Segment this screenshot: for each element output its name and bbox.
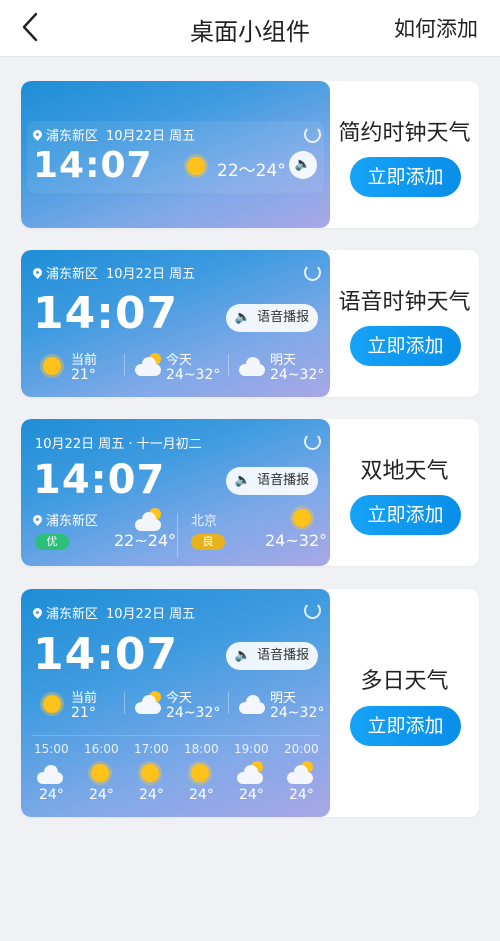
widget-preview-dual-city: 10月22日 周五 · 十一月初二 14:07 🔈 语音播报 浦东新区 优 22…: [21, 419, 330, 566]
air-quality-badge: 良: [191, 534, 225, 550]
clock-time: 14:07: [33, 457, 166, 503]
hour-temp: 24°: [189, 787, 214, 803]
widget-preview-voice-clock: 浦东新区 10月22日 周五 14:07 🔈 语音播报 当前 21° 今天 24…: [21, 250, 330, 397]
today-label: 今天: [166, 691, 193, 706]
hour-time: 15:00: [34, 742, 69, 756]
widget-name: 简约时钟天气: [338, 121, 471, 146]
add-now-button[interactable]: 立即添加: [350, 495, 461, 535]
voice-broadcast-label: 语音播报: [257, 648, 310, 663]
speaker-icon: 🔈: [234, 473, 252, 488]
clock-time: 14:07: [33, 288, 179, 339]
tomorrow-temp: 24~32°: [270, 705, 325, 721]
sun-icon: [141, 764, 159, 782]
tomorrow-temp: 24~32°: [270, 367, 325, 383]
top-nav-bar: 桌面小组件 如何添加: [0, 0, 500, 57]
location-pin-icon: [31, 606, 44, 619]
partly-cloudy-icon: [237, 761, 265, 784]
sun-icon: [91, 764, 109, 782]
sun-icon: [43, 695, 61, 713]
hour-time: 16:00: [84, 742, 119, 756]
weekday-label: 周五: [169, 267, 196, 282]
hour-time: 19:00: [234, 742, 269, 756]
sun-icon: [187, 157, 205, 175]
date-line: 10月22日 周五 · 十一月初二: [35, 437, 202, 452]
partly-cloudy-icon: [287, 761, 315, 784]
hour-time: 17:00: [134, 742, 169, 756]
partly-cloudy-icon: [135, 691, 163, 714]
refresh-icon[interactable]: [304, 264, 321, 281]
partly-cloudy-icon: [135, 508, 163, 531]
cloud-icon: [239, 692, 267, 714]
cloud-icon: [37, 762, 65, 784]
widget-preview-simple-clock: 浦东新区 10月22日 周五 14:07 22～24° 🔈: [21, 81, 330, 228]
refresh-icon[interactable]: [304, 602, 321, 619]
widget-name: 双地天气: [360, 459, 449, 484]
city-2-label: 北京: [191, 514, 218, 529]
add-now-button[interactable]: 立即添加: [350, 326, 461, 366]
speaker-button[interactable]: 🔈: [289, 151, 317, 179]
now-temp: 21°: [71, 705, 96, 721]
hour-temp: 24°: [139, 787, 164, 803]
add-now-button[interactable]: 立即添加: [350, 706, 461, 746]
speaker-icon: 🔈: [234, 310, 252, 325]
hour-temp: 24°: [89, 787, 114, 803]
location-pin-icon: [31, 513, 44, 526]
tomorrow-label: 明天: [270, 353, 297, 368]
clock-time: 14:07: [33, 145, 153, 186]
cloud-icon: [239, 354, 267, 376]
partly-cloudy-icon: [135, 353, 163, 376]
refresh-icon[interactable]: [304, 433, 321, 450]
hour-temp: 24°: [39, 787, 64, 803]
hour-time: 18:00: [184, 742, 219, 756]
widget-card-dual-city: 10月22日 周五 · 十一月初二 14:07 🔈 语音播报 浦东新区 优 22…: [21, 419, 479, 566]
tomorrow-label: 明天: [270, 691, 297, 706]
weekday-label: 周五: [169, 607, 196, 622]
hour-temp: 24°: [289, 787, 314, 803]
location-label: 浦东新区: [46, 267, 99, 282]
sun-icon: [293, 509, 311, 527]
widget-name: 语音时钟天气: [338, 290, 471, 315]
voice-broadcast-label: 语音播报: [257, 310, 310, 325]
temperature-range: 22～24°: [217, 161, 286, 181]
voice-broadcast-button[interactable]: 🔈 语音播报: [226, 304, 318, 332]
widget-card-multi-day: 浦东新区 10月22日 周五 14:07 🔈 语音播报 当前 21° 今天 24…: [21, 589, 479, 817]
city-1-label: 浦东新区: [46, 514, 99, 529]
refresh-icon[interactable]: [304, 126, 321, 143]
location-pin-icon: [31, 266, 44, 279]
today-label: 今天: [166, 353, 193, 368]
location-pin-icon: [31, 128, 44, 141]
air-quality-badge: 优: [35, 534, 69, 550]
voice-broadcast-button[interactable]: 🔈 语音播报: [226, 642, 318, 670]
city-1-temp: 22~24°: [114, 531, 177, 550]
today-temp: 24~32°: [166, 705, 221, 721]
date-label: 10月22日: [106, 267, 166, 282]
how-to-add-link[interactable]: 如何添加: [394, 13, 478, 43]
location-label: 浦东新区: [46, 129, 99, 144]
voice-broadcast-button[interactable]: 🔈 语音播报: [226, 467, 318, 495]
weekday-label: 周五: [169, 129, 196, 144]
location-label: 浦东新区: [46, 607, 99, 622]
voice-broadcast-label: 语音播报: [257, 473, 310, 488]
speaker-icon: 🔈: [294, 157, 312, 172]
city-2-temp: 24~32°: [265, 531, 328, 550]
now-label: 当前: [71, 691, 98, 706]
clock-time: 14:07: [33, 629, 179, 680]
widget-preview-multi-day: 浦东新区 10月22日 周五 14:07 🔈 语音播报 当前 21° 今天 24…: [21, 589, 330, 817]
hour-temp: 24°: [239, 787, 264, 803]
widget-name: 多日天气: [360, 669, 449, 694]
add-now-button[interactable]: 立即添加: [350, 157, 461, 197]
date-label: 10月22日: [106, 607, 166, 622]
date-label: 10月22日: [106, 129, 166, 144]
widget-card-voice-clock: 浦东新区 10月22日 周五 14:07 🔈 语音播报 当前 21° 今天 24…: [21, 250, 479, 397]
widget-card-simple-clock: 浦东新区 10月22日 周五 14:07 22～24° 🔈 简约时钟天气 立即添…: [21, 81, 479, 228]
now-label: 当前: [71, 353, 98, 368]
sun-icon: [43, 357, 61, 375]
today-temp: 24~32°: [166, 367, 221, 383]
sun-icon: [191, 764, 209, 782]
now-temp: 21°: [71, 367, 96, 383]
hour-time: 20:00: [284, 742, 319, 756]
speaker-icon: 🔈: [234, 648, 252, 663]
